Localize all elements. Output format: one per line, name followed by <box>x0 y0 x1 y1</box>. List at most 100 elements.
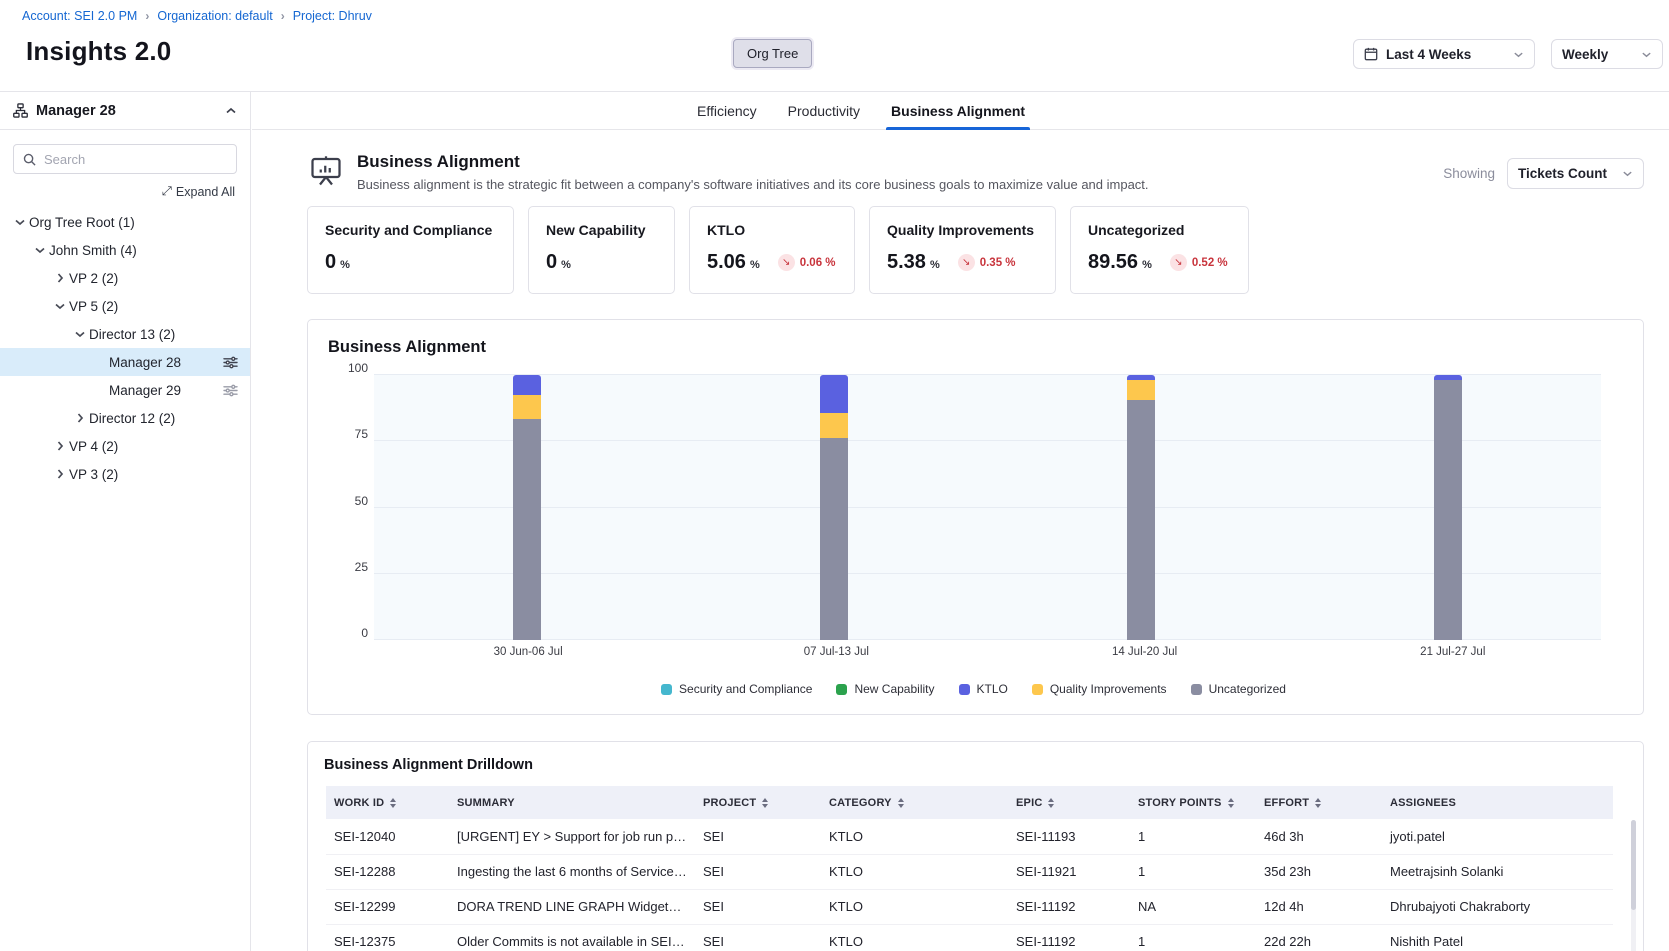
legend-item-new-capability[interactable]: New Capability <box>836 682 934 696</box>
chevron-right-icon[interactable] <box>50 468 69 480</box>
chevron-down-icon[interactable] <box>30 244 49 256</box>
bar-slot-30-jun-06-jul[interactable] <box>374 375 681 640</box>
cell-effort: 35d 23h <box>1256 854 1382 889</box>
column-header-effort[interactable]: EFFORT <box>1256 786 1382 819</box>
bar-segment-quality-improvements <box>820 413 848 438</box>
breadcrumb-organization[interactable]: Organization: default <box>157 9 272 23</box>
tree-item-director-12-2[interactable]: Director 12 (2) <box>0 404 250 432</box>
tab-efficiency[interactable]: Efficiency <box>695 92 759 129</box>
x-axis-label: 21 Jul-27 Jul <box>1299 646 1607 658</box>
kpi-card-uncategorized: Uncategorized 89.56%↘0.52 % <box>1070 206 1249 294</box>
kpi-delta-value: 0.06 % <box>800 257 836 269</box>
x-axis-label: 30 Jun-06 Jul <box>374 646 682 658</box>
sort-icon[interactable] <box>1315 798 1321 808</box>
bar-segment-uncategorized <box>820 438 848 640</box>
breadcrumb-project[interactable]: Project: Dhruv <box>293 9 372 23</box>
trend-down-icon: ↘ <box>958 254 975 271</box>
table-row-sei-12288[interactable]: SEI-12288Ingesting the last 6 months of … <box>326 854 1613 889</box>
org-tree-button[interactable]: Org Tree <box>733 39 812 68</box>
tree-item-manager-29[interactable]: Manager 29 <box>0 376 250 404</box>
tree-item-director-13-2[interactable]: Director 13 (2) <box>0 320 250 348</box>
sidebar-search[interactable] <box>13 144 237 174</box>
granularity-select[interactable]: Weekly <box>1551 39 1663 69</box>
column-header-work-id[interactable]: WORK ID <box>326 786 449 819</box>
cell-category: KTLO <box>821 924 1008 951</box>
cell-effort: 22d 22h <box>1256 924 1382 951</box>
search-input[interactable] <box>44 152 227 167</box>
kpi-value-row: 89.56%↘0.52 % <box>1088 251 1231 274</box>
bar-slot-21-jul-27-jul[interactable] <box>1294 375 1601 640</box>
column-header-project[interactable]: PROJECT <box>695 786 821 819</box>
kpi-card-ktlo: KTLO5.06%↘0.06 % <box>689 206 855 294</box>
sort-icon[interactable] <box>762 798 768 808</box>
cell-story_points: NA <box>1130 889 1256 924</box>
legend-item-security-and-compliance[interactable]: Security and Compliance <box>661 682 812 696</box>
trend-down-icon: ↘ <box>778 254 795 271</box>
column-header-category[interactable]: CATEGORY <box>821 786 1008 819</box>
chevron-up-icon[interactable] <box>225 105 237 117</box>
bar-segment-quality-improvements <box>1127 380 1155 399</box>
kpi-title: Security and Compliance <box>325 222 496 238</box>
bar-segment-ktlo <box>820 375 848 413</box>
tree-item-vp-3-2[interactable]: VP 3 (2) <box>0 460 250 488</box>
showing-label: Showing <box>1443 166 1495 181</box>
tree-item-label: Manager 29 <box>109 383 181 398</box>
tree-item-vp-5-2[interactable]: VP 5 (2) <box>0 292 250 320</box>
legend-item-quality-improvements[interactable]: Quality Improvements <box>1032 682 1167 696</box>
kpi-card-row: Security and Compliance0%New Capability0… <box>307 206 1644 294</box>
legend-item-ktlo[interactable]: KTLO <box>959 682 1008 696</box>
stacked-bar <box>820 375 848 640</box>
tree-item-manager-28[interactable]: Manager 28 <box>0 348 250 376</box>
bar-segment-ktlo <box>513 375 541 395</box>
chevron-down-icon[interactable] <box>70 328 89 340</box>
column-header-epic[interactable]: EPIC <box>1008 786 1130 819</box>
showing-select[interactable]: Tickets Count <box>1507 158 1644 189</box>
tree-item-label: John Smith (4) <box>49 243 137 258</box>
chevron-right-icon[interactable] <box>50 272 69 284</box>
chart-plot <box>374 375 1601 640</box>
cell-assignees: Meetrajsinh Solanki <box>1382 854 1613 889</box>
tree-item-vp-2-2[interactable]: VP 2 (2) <box>0 264 250 292</box>
sort-icon[interactable] <box>1228 798 1234 808</box>
date-range-value: Last 4 Weeks <box>1386 47 1471 62</box>
cell-project: SEI <box>695 889 821 924</box>
table-row-sei-12040[interactable]: SEI-12040[URGENT] EY > Support for job r… <box>326 819 1613 854</box>
tab-business-alignment[interactable]: Business Alignment <box>889 92 1027 129</box>
kpi-unit: % <box>750 259 760 271</box>
column-header-story-points[interactable]: STORY POINTS <box>1130 786 1256 819</box>
sidebar-header[interactable]: Manager 28 <box>0 92 250 130</box>
bar-slot-07-jul-13-jul[interactable] <box>681 375 988 640</box>
bar-segment-ktlo <box>1127 375 1155 380</box>
main-panel: Efficiency Productivity Business Alignment… <box>252 92 1669 951</box>
chevron-right-icon[interactable] <box>70 412 89 424</box>
cell-category: KTLO <box>821 819 1008 854</box>
sliders-icon[interactable] <box>223 384 238 397</box>
bar-slot-14-jul-20-jul[interactable] <box>988 375 1295 640</box>
tree-item-label: Org Tree Root (1) <box>29 215 135 230</box>
sort-icon[interactable] <box>898 798 904 808</box>
tab-productivity[interactable]: Productivity <box>786 92 862 129</box>
column-header-assignees: ASSIGNEES <box>1382 786 1613 819</box>
breadcrumb-account[interactable]: Account: SEI 2.0 PM <box>22 9 137 23</box>
table-row-sei-12299[interactable]: SEI-12299DORA TREND LINE GRAPH Widgets i… <box>326 889 1613 924</box>
section-description: Business alignment is the strategic fit … <box>357 177 1149 192</box>
tree-item-vp-4-2[interactable]: VP 4 (2) <box>0 432 250 460</box>
table-scrollbar[interactable] <box>1631 820 1636 951</box>
expand-all-button[interactable]: ⤢ Expand All <box>0 184 235 199</box>
cell-work_id: SEI-12375 <box>326 924 449 951</box>
kpi-title: Uncategorized <box>1088 222 1231 238</box>
legend-item-uncategorized[interactable]: Uncategorized <box>1191 682 1286 696</box>
date-range-select[interactable]: Last 4 Weeks <box>1353 39 1535 69</box>
table-row-sei-12375[interactable]: SEI-12375Older Commits is not available … <box>326 924 1613 951</box>
cell-assignees: Dhrubajyoti Chakraborty <box>1382 889 1613 924</box>
chevron-right-icon[interactable] <box>50 440 69 452</box>
tree-item-john-smith-4[interactable]: John Smith (4) <box>0 236 250 264</box>
tree-item-org-tree-root-1[interactable]: Org Tree Root (1) <box>0 208 250 236</box>
sort-icon[interactable] <box>1048 798 1054 808</box>
chevron-down-icon[interactable] <box>10 216 29 228</box>
sort-icon[interactable] <box>390 798 396 808</box>
legend-swatch <box>1032 684 1043 695</box>
chevron-down-icon[interactable] <box>50 300 69 312</box>
sliders-icon[interactable] <box>223 356 238 369</box>
kpi-card-new-capability: New Capability0% <box>528 206 675 294</box>
